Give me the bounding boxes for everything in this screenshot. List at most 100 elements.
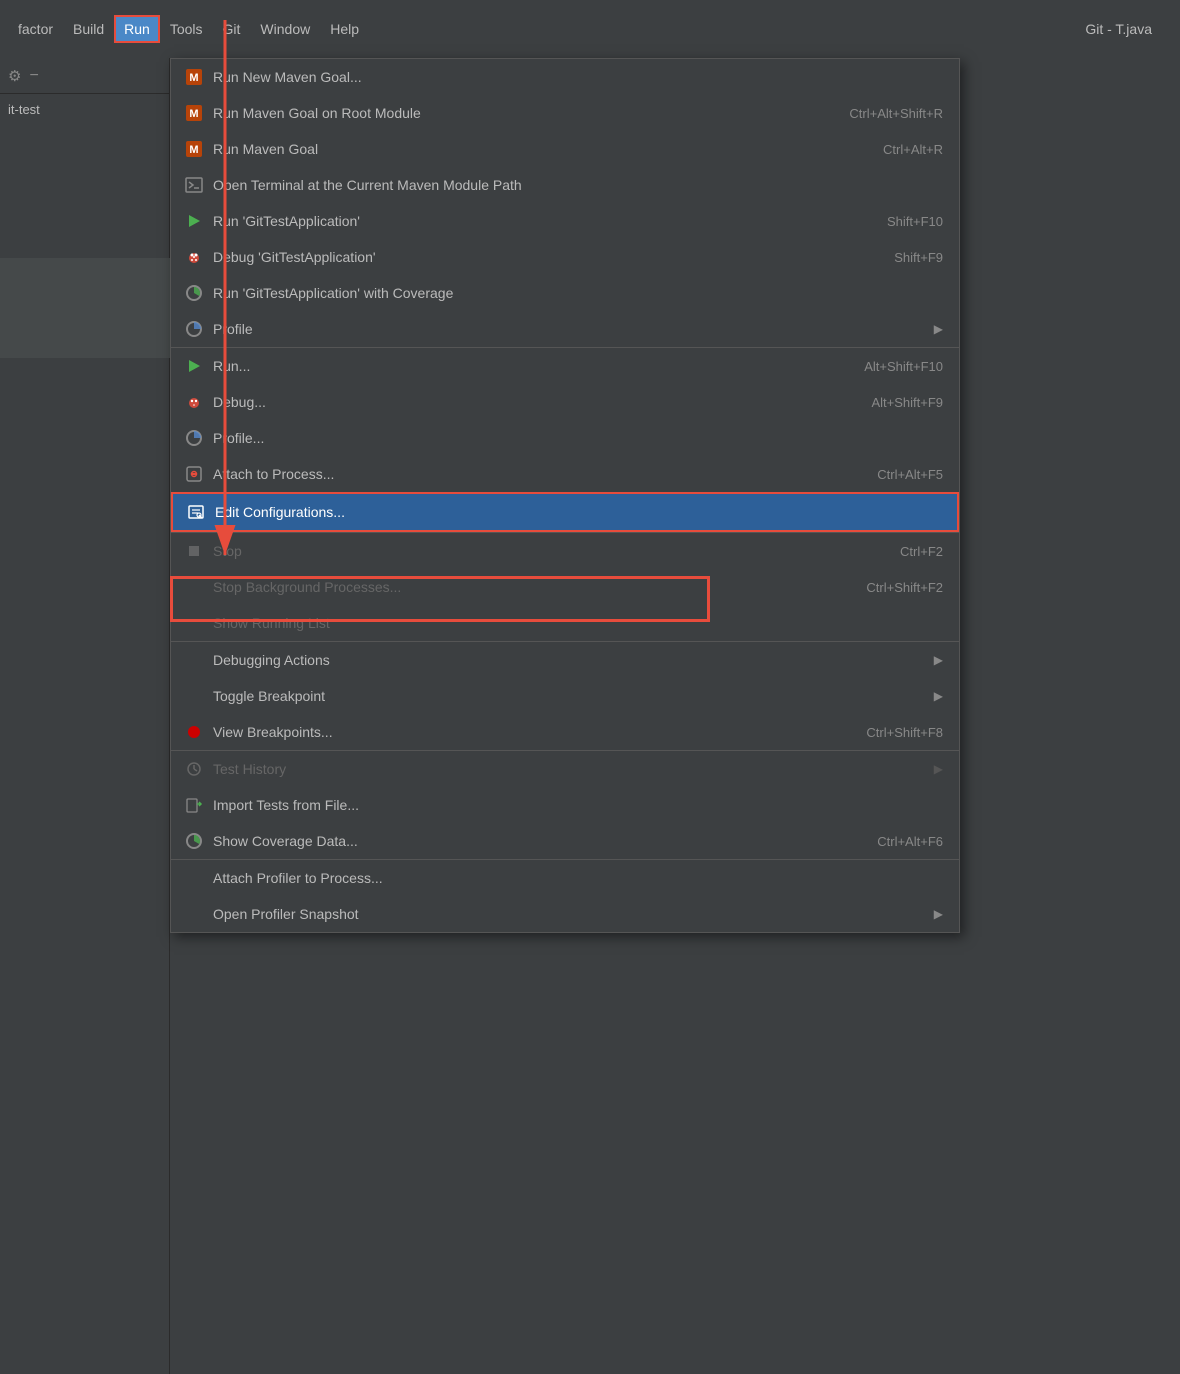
run-menu-dropdown: M Run New Maven Goal... M Run Maven Goal…	[170, 58, 960, 933]
menu-item-debugging-actions[interactable]: Debugging Actions ▶	[171, 641, 959, 678]
label: Profile...	[213, 430, 903, 446]
menu-factor[interactable]: factor	[8, 15, 63, 43]
attach-icon	[183, 463, 205, 485]
sidebar: ⚙ − it-test	[0, 58, 170, 1374]
svg-text:M: M	[189, 72, 198, 84]
menu-item-coverage-gta[interactable]: Run 'GitTestApplication' with Coverage	[171, 275, 959, 311]
import-icon	[183, 794, 205, 816]
terminal-icon	[183, 174, 205, 196]
sidebar-content-area	[0, 258, 170, 358]
shortcut: Ctrl+Alt+Shift+R	[849, 106, 943, 121]
menu-window[interactable]: Window	[250, 15, 320, 43]
menu-item-run-new-maven-goal[interactable]: M Run New Maven Goal...	[171, 59, 959, 95]
label: View Breakpoints...	[213, 724, 826, 740]
menu-item-toggle-breakpoint[interactable]: Toggle Breakpoint ▶	[171, 678, 959, 714]
menu-help[interactable]: Help	[320, 15, 369, 43]
debug-icon	[183, 246, 205, 268]
shortcut: Ctrl+Alt+F6	[877, 834, 943, 849]
menu-item-run-maven-goal[interactable]: M Run Maven Goal Ctrl+Alt+R	[171, 131, 959, 167]
menu-item-import-tests[interactable]: Import Tests from File...	[171, 787, 959, 823]
menu-item-profile-plain[interactable]: Profile...	[171, 420, 959, 456]
maven-icon: M	[183, 102, 205, 124]
debug-plain-icon	[183, 391, 205, 413]
debug-actions-icon	[183, 649, 205, 671]
menu-item-show-running[interactable]: Show Running List	[171, 605, 959, 641]
menu-item-run-maven-root[interactable]: M Run Maven Goal on Root Module Ctrl+Alt…	[171, 95, 959, 131]
label: Profile	[213, 321, 886, 337]
shortcut: Ctrl+Shift+F2	[866, 580, 943, 595]
stop-icon	[183, 540, 205, 562]
shortcut: Shift+F10	[887, 214, 943, 229]
shortcut: Ctrl+Shift+F8	[866, 725, 943, 740]
minimize-icon[interactable]: −	[29, 67, 38, 85]
submenu-arrow: ▶	[934, 653, 943, 667]
menu-item-edit-configurations[interactable]: Edit Configurations...	[171, 492, 959, 532]
label: Import Tests from File...	[213, 797, 943, 813]
menu-item-open-profiler[interactable]: Open Profiler Snapshot ▶	[171, 896, 959, 932]
label: Run Maven Goal	[213, 141, 843, 157]
menu-build[interactable]: Build	[63, 15, 114, 43]
menu-tools[interactable]: Tools	[160, 15, 213, 43]
label: Run 'GitTestApplication' with Coverage	[213, 285, 903, 301]
label: Test History	[213, 761, 926, 777]
maven-icon: M	[183, 66, 205, 88]
label: Show Coverage Data...	[213, 833, 837, 849]
menu-run[interactable]: Run	[114, 15, 160, 43]
toggle-bp-icon	[183, 685, 205, 707]
menu-item-run-plain[interactable]: Run... Alt+Shift+F10	[171, 347, 959, 384]
menu-item-debug-gta[interactable]: Debug 'GitTestApplication' Shift+F9	[171, 239, 959, 275]
menu-bar: factor Build Run Tools Git Window Help G…	[0, 0, 1180, 58]
breakpoint-icon	[183, 721, 205, 743]
label: Debug...	[213, 394, 831, 410]
project-name: it-test	[0, 94, 169, 125]
svg-text:M: M	[189, 144, 198, 156]
profile-plain-icon	[183, 427, 205, 449]
label: Show Running List	[213, 615, 943, 631]
label: Run New Maven Goal...	[213, 69, 903, 85]
menu-item-stop-bg[interactable]: Stop Background Processes... Ctrl+Shift+…	[171, 569, 959, 605]
shortcut: Ctrl+Alt+R	[883, 142, 943, 157]
svg-text:M: M	[189, 108, 198, 120]
settings-icon[interactable]: ⚙	[8, 67, 21, 85]
run-icon	[183, 210, 205, 232]
label: Attach to Process...	[213, 466, 837, 482]
submenu-arrow: ▶	[934, 762, 943, 776]
coverage-icon	[183, 282, 205, 304]
menu-item-test-history[interactable]: Test History ▶	[171, 750, 959, 787]
menu-git[interactable]: Git	[213, 15, 251, 43]
menu-item-open-terminal[interactable]: Open Terminal at the Current Maven Modul…	[171, 167, 959, 203]
stop-bg-icon	[183, 576, 205, 598]
submenu-arrow: ▶	[934, 322, 943, 336]
label: Run 'GitTestApplication'	[213, 213, 847, 229]
menu-item-profile[interactable]: Profile ▶	[171, 311, 959, 347]
menu-item-debug-plain[interactable]: Debug... Alt+Shift+F9	[171, 384, 959, 420]
menu-item-view-breakpoints[interactable]: View Breakpoints... Ctrl+Shift+F8	[171, 714, 959, 750]
label: Run...	[213, 358, 824, 374]
menu-item-stop[interactable]: Stop Ctrl+F2	[171, 532, 959, 569]
menu-item-attach-profiler[interactable]: Attach Profiler to Process...	[171, 859, 959, 896]
profiler-snapshot-icon	[183, 903, 205, 925]
attach-profiler-icon	[183, 867, 205, 889]
edit-config-icon	[185, 501, 207, 523]
shortcut: Ctrl+Alt+F5	[877, 467, 943, 482]
label: Debug 'GitTestApplication'	[213, 249, 854, 265]
label: Run Maven Goal on Root Module	[213, 105, 809, 121]
shortcut: Ctrl+F2	[900, 544, 943, 559]
running-icon	[183, 612, 205, 634]
label: Attach Profiler to Process...	[213, 870, 943, 886]
label: Open Terminal at the Current Maven Modul…	[213, 177, 903, 193]
menu-item-attach-process[interactable]: Attach to Process... Ctrl+Alt+F5	[171, 456, 959, 492]
run-plain-icon	[183, 355, 205, 377]
maven-icon: M	[183, 138, 205, 160]
label: Stop	[213, 543, 860, 559]
menu-item-show-coverage[interactable]: Show Coverage Data... Ctrl+Alt+F6	[171, 823, 959, 859]
label: Debugging Actions	[213, 652, 926, 668]
window-title: Git - T.java	[1085, 21, 1152, 37]
submenu-arrow: ▶	[934, 907, 943, 921]
coverage-data-icon	[183, 830, 205, 852]
label: Stop Background Processes...	[213, 579, 826, 595]
profile-icon	[183, 318, 205, 340]
label: Edit Configurations...	[215, 504, 901, 520]
shortcut: Alt+Shift+F10	[864, 359, 943, 374]
menu-item-run-gta[interactable]: Run 'GitTestApplication' Shift+F10	[171, 203, 959, 239]
